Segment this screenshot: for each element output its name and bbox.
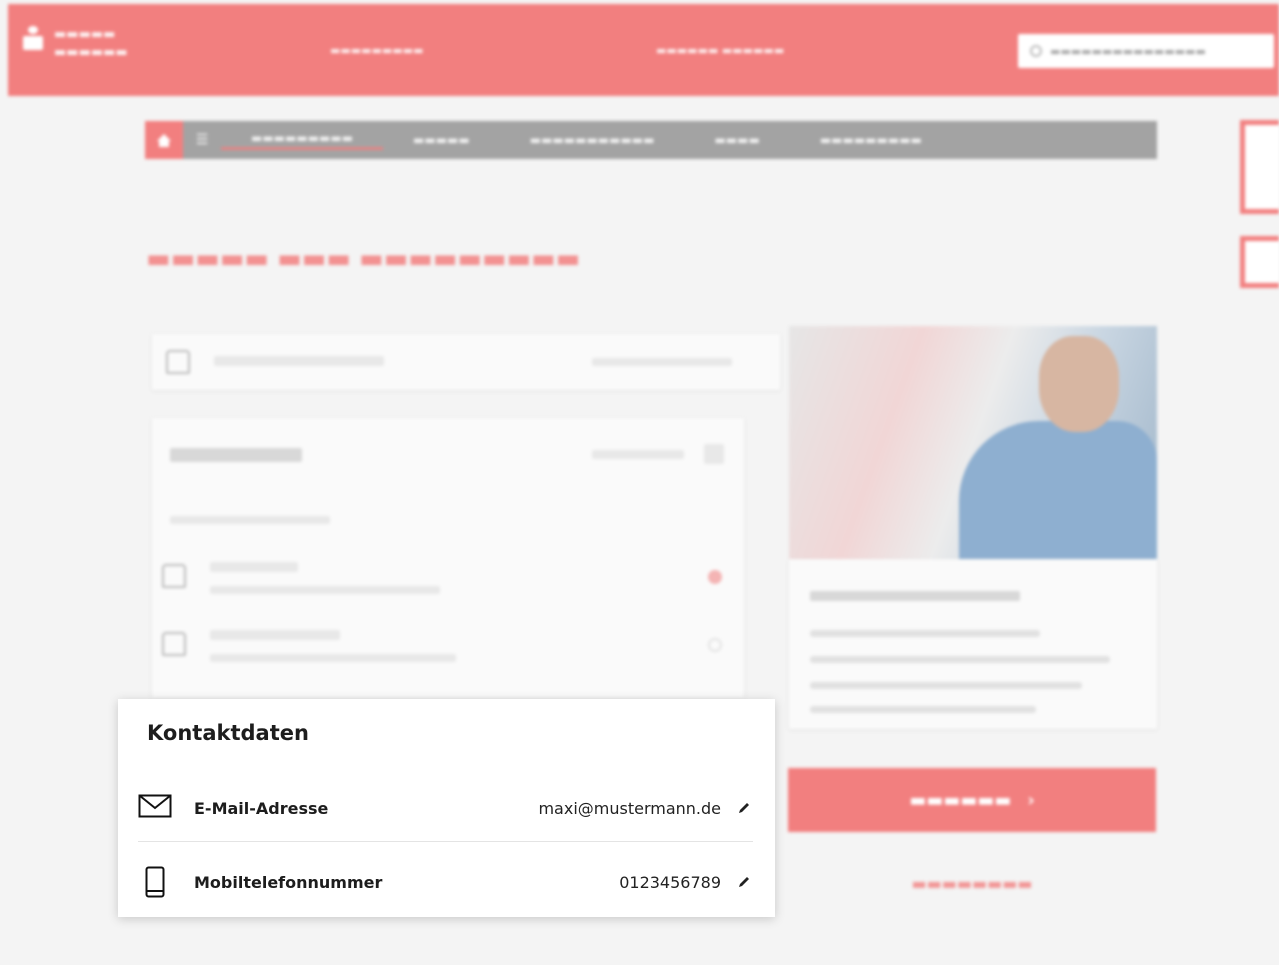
text-blurred — [170, 516, 330, 524]
heading-blurred — [170, 448, 302, 462]
nav-item-blurred[interactable]: ▬▬▬▬▬▬▬▬▬ — [221, 131, 384, 150]
selected-product-card — [152, 334, 780, 390]
search-icon — [1030, 45, 1042, 57]
radio-unselected[interactable] — [708, 638, 722, 652]
text-blurred — [810, 706, 1036, 713]
text-blurred — [210, 654, 456, 662]
search-placeholder-blurred: ▬▬▬▬▬▬▬▬▬▬▬▬▬▬▬ — [1050, 44, 1206, 58]
text-blurred — [210, 586, 440, 594]
photo-person — [959, 421, 1157, 559]
contact-data-card: Kontaktdaten E-Mail-Adresse maxi@musterm… — [118, 699, 775, 917]
email-row: E-Mail-Adresse maxi@mustermann.de — [138, 779, 753, 837]
bank-name-blurred: ▬▬▬▬▬ ▬▬▬▬▬▬ — [54, 27, 128, 60]
email-label: E-Mail-Adresse — [194, 798, 329, 818]
email-value: maxi@mustermann.de — [538, 798, 721, 818]
person-icon — [166, 350, 190, 374]
text-blurred — [592, 450, 684, 459]
photo-person — [1039, 336, 1119, 432]
edit-email-button[interactable] — [735, 799, 753, 817]
side-widget[interactable] — [1240, 236, 1279, 288]
contact-card-title: Kontaktdaten — [147, 721, 309, 745]
edit-mobile-button[interactable] — [735, 873, 753, 891]
search-box[interactable]: ▬▬▬▬▬▬▬▬▬▬▬▬▬▬▬ — [1018, 34, 1274, 68]
next-label-blurred: ▬▬▬▬▬▬ — [909, 789, 1012, 811]
text-blurred — [210, 562, 298, 572]
chevron-right-icon: › — [1027, 789, 1035, 811]
envelope-icon — [138, 794, 172, 822]
icon-blurred — [704, 444, 724, 464]
top-header-bar: ▬▬▬▬▬ ▬▬▬▬▬▬ ▬▬▬▬▬▬▬▬▬ ▬▬▬▬▬▬ ▬▬▬▬▬▬ ▬▬▬▬… — [8, 4, 1279, 96]
text-blurred — [210, 630, 340, 640]
radio-selected[interactable] — [708, 570, 722, 584]
text-blurred — [810, 630, 1040, 637]
home-icon — [162, 632, 186, 656]
nav-item-blurred[interactable]: ▬▬▬▬▬▬▬▬▬ — [790, 133, 952, 147]
main-navigation: ☰ ▬▬▬▬▬▬▬▬▬ ▬▬▬▬▬ ▬▬▬▬▬▬▬▬▬▬▬ ▬▬▬▬ ▬▬▬▬▬… — [145, 121, 1157, 159]
nav-item-blurred[interactable]: ▬▬▬▬ — [684, 133, 789, 147]
cancel-link[interactable]: ▬▬▬▬▬▬▬▬ — [788, 874, 1156, 893]
home-icon — [157, 133, 171, 147]
top-link-blurred[interactable]: ▬▬▬▬▬▬▬▬▬ — [330, 44, 424, 57]
home-button[interactable] — [145, 121, 183, 159]
text-blurred — [214, 356, 384, 366]
text-blurred — [810, 591, 1020, 601]
home-icon — [162, 564, 186, 588]
mobile-row: Mobiltelefonnummer 0123456789 — [138, 853, 753, 911]
nav-item-blurred[interactable]: ▬▬▬▬▬▬▬▬▬▬▬ — [500, 133, 685, 147]
next-button[interactable]: ▬▬▬▬▬▬ › — [788, 768, 1156, 832]
text-blurred — [592, 358, 732, 366]
row-divider — [138, 841, 753, 842]
top-link-blurred[interactable]: ▬▬▬▬▬▬ ▬▬▬▬▬▬ — [656, 44, 784, 57]
address-card — [152, 418, 744, 698]
teaser-photo — [789, 326, 1157, 559]
text-blurred — [810, 656, 1110, 663]
mobile-value: 0123456789 — [619, 872, 721, 892]
nav-item-blurred[interactable]: ▬▬▬▬▬ — [383, 133, 500, 147]
mobile-label: Mobiltelefonnummer — [194, 872, 383, 892]
info-card — [789, 559, 1157, 729]
menu-button[interactable]: ☰ — [183, 121, 221, 159]
bank-logo: ▬▬▬▬▬ ▬▬▬▬▬▬ — [22, 26, 128, 62]
savings-bank-logo-icon — [22, 26, 44, 52]
pencil-icon — [739, 803, 749, 813]
pencil-icon — [739, 877, 749, 887]
text-blurred — [810, 682, 1082, 689]
smartphone-icon — [138, 866, 172, 898]
page-title-blurred: ▬▬▬▬▬ ▬▬▬ ▬▬▬▬▬▬▬▬▬ — [146, 244, 581, 274]
side-widget[interactable] — [1240, 120, 1279, 214]
